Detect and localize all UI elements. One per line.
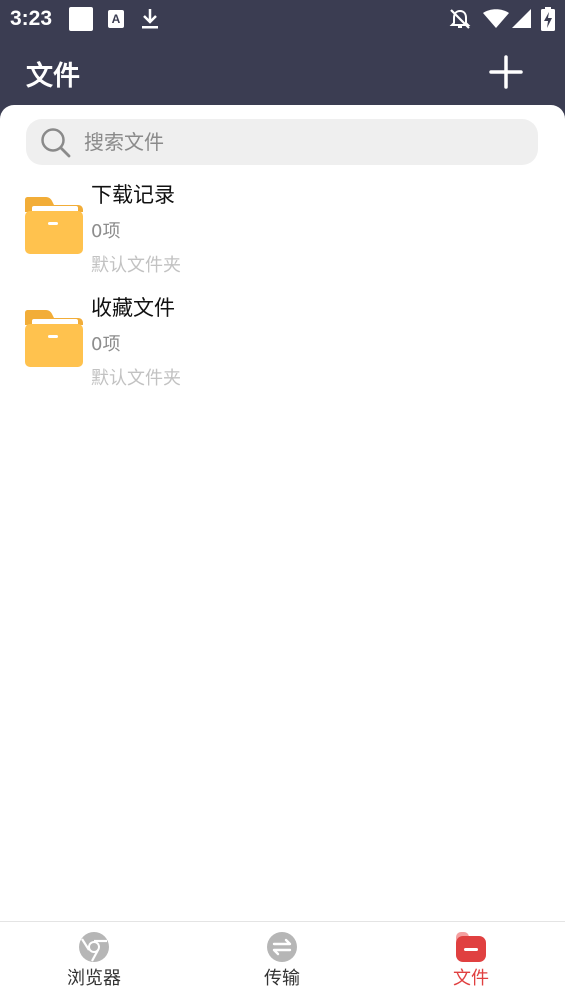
white-square-icon bbox=[69, 7, 93, 31]
folder-count: 0项 bbox=[91, 221, 121, 242]
tab-files[interactable]: 文件 bbox=[377, 922, 565, 1004]
nav-label-files: 文件 bbox=[453, 968, 489, 989]
file-list-panel: 下载记录 0项 默认文件夹 收藏文件 0项 默认文件夹 bbox=[0, 105, 565, 921]
bell-off-icon bbox=[449, 9, 471, 29]
folder-item-favorites[interactable]: 收藏文件 0项 默认文件夹 bbox=[0, 290, 565, 400]
tab-browser[interactable]: 浏览器 bbox=[0, 922, 188, 1004]
bottom-nav: 浏览器 传输 文件 bbox=[0, 921, 565, 1004]
status-bar: 3:23 A bbox=[0, 0, 565, 38]
files-icon bbox=[456, 932, 486, 962]
nav-label-browser: 浏览器 bbox=[67, 968, 121, 989]
nav-label-transfer: 传输 bbox=[264, 968, 300, 989]
add-button[interactable] bbox=[486, 52, 526, 92]
folder-count: 0项 bbox=[91, 334, 121, 355]
app-header: 文件 bbox=[0, 38, 565, 105]
search-input[interactable] bbox=[84, 119, 524, 165]
folder-item-downloads[interactable]: 下载记录 0项 默认文件夹 bbox=[0, 177, 565, 287]
search-box[interactable] bbox=[26, 119, 538, 165]
tab-transfer[interactable]: 传输 bbox=[188, 922, 376, 1004]
a-keyboard-icon: A bbox=[108, 10, 124, 28]
browser-icon bbox=[79, 932, 109, 962]
battery-charging-icon bbox=[541, 7, 555, 31]
folder-icon bbox=[25, 197, 83, 254]
folder-description: 默认文件夹 bbox=[91, 368, 181, 389]
status-time: 3:23 bbox=[10, 7, 53, 30]
download-icon bbox=[142, 9, 158, 29]
svg-text:A: A bbox=[112, 12, 121, 26]
folder-name: 下载记录 bbox=[91, 183, 175, 207]
folder-name: 收藏文件 bbox=[91, 296, 175, 320]
folder-description: 默认文件夹 bbox=[91, 255, 181, 276]
page-title: 文件 bbox=[26, 61, 80, 92]
wifi-icon bbox=[483, 9, 509, 28]
folder-icon bbox=[25, 310, 83, 367]
signal-icon bbox=[512, 9, 531, 28]
search-icon bbox=[41, 128, 71, 158]
plus-icon bbox=[489, 55, 523, 89]
transfer-icon bbox=[267, 932, 297, 962]
